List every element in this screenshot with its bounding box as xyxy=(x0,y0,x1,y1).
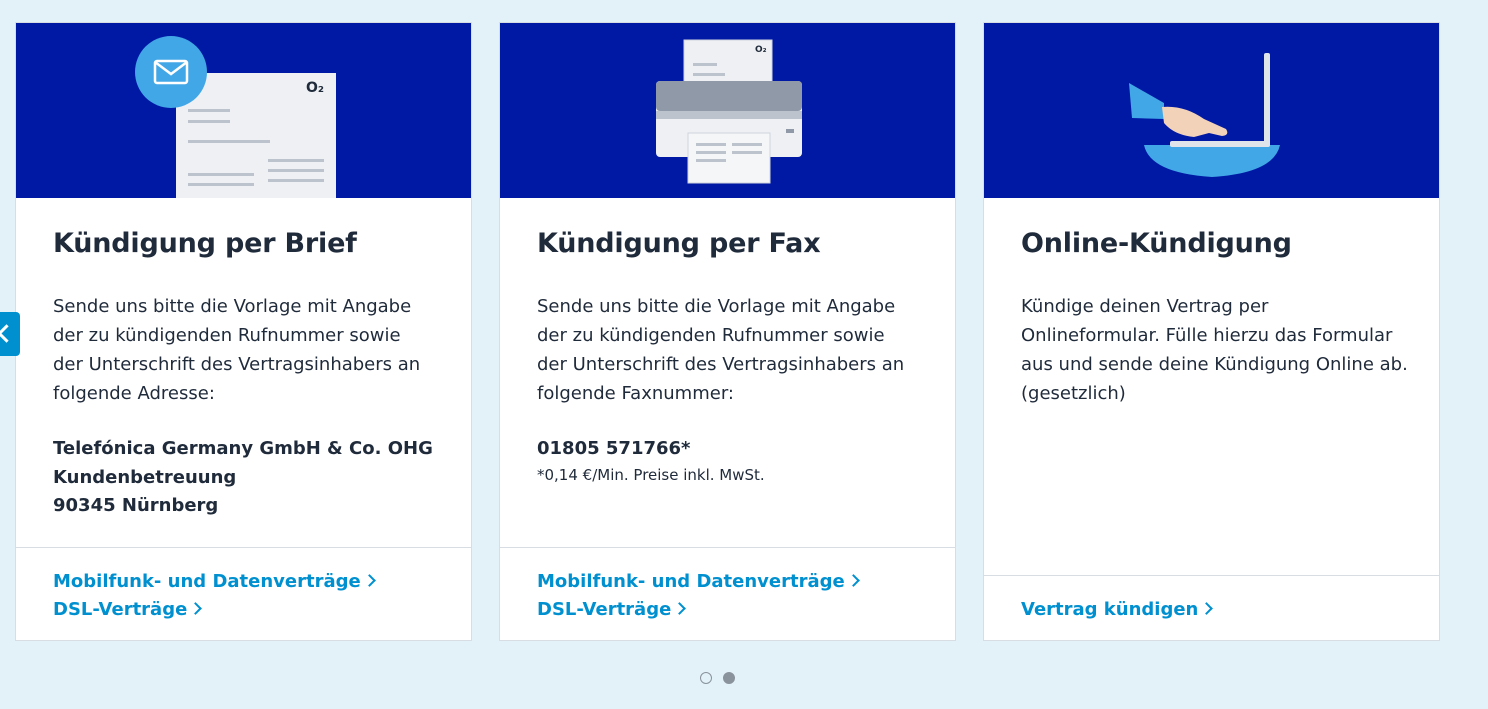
o2-logo: O₂ xyxy=(755,45,767,55)
card-fax-banner: O₂ xyxy=(500,23,955,198)
chevron-right-icon xyxy=(673,602,687,615)
link-vertrag-kuendigen[interactable]: Vertrag kündigen xyxy=(1021,596,1214,624)
kuendigung-carousel: O₂ Kündigung per Brief Sende uns bitte d… xyxy=(0,0,1488,709)
link-label: Mobilfunk- und Datenverträge xyxy=(53,571,361,592)
link-mobilfunk-brief[interactable]: Mobilfunk- und Datenverträge xyxy=(53,568,376,596)
link-label: Mobilfunk- und Datenverträge xyxy=(537,571,845,592)
card-letter: O₂ Kündigung per Brief Sende uns bitte d… xyxy=(15,22,472,641)
card-links: Mobilfunk- und Datenverträge DSL-Verträg… xyxy=(53,568,376,624)
card-title: Kündigung per Brief xyxy=(53,228,357,259)
link-label: Vertrag kündigen xyxy=(1021,599,1199,620)
letter-envelope-illustration xyxy=(135,36,336,198)
card-fax-body: Kündigung per Fax Sende uns bitte die Vo… xyxy=(537,198,927,485)
postal-address: Telefónica Germany GmbH & Co. OHG Kunden… xyxy=(53,435,443,521)
laptop-hand-illustration xyxy=(1129,53,1280,177)
card-letter-body: Kündigung per Brief Sende uns bitte die … xyxy=(53,198,443,521)
link-label: DSL-Verträge xyxy=(53,599,188,620)
address-line: Telefónica Germany GmbH & Co. OHG xyxy=(53,438,433,459)
chevron-left-icon xyxy=(0,324,16,343)
fax-machine-illustration xyxy=(656,39,802,184)
link-mobilfunk-fax[interactable]: Mobilfunk- und Datenverträge xyxy=(537,568,860,596)
chevron-right-icon xyxy=(846,574,860,587)
card-description: Sende uns bitte die Vorlage mit Angabe d… xyxy=(537,296,905,404)
card-online-body: Online-Kündigung Kündige deinen Vertrag … xyxy=(1021,198,1411,408)
divider xyxy=(500,547,955,548)
chevron-right-icon xyxy=(189,602,203,615)
card-online-banner xyxy=(984,23,1439,198)
card-fax: O₂ Kündigung per Fax Sende uns bitte die… xyxy=(499,22,956,641)
link-label: DSL-Verträge xyxy=(537,599,672,620)
card-online: Online-Kündigung Kündige deinen Vertrag … xyxy=(983,22,1440,641)
card-title: Kündigung per Fax xyxy=(537,228,821,259)
chevron-right-icon xyxy=(1200,602,1214,615)
pagination-dot-1[interactable] xyxy=(700,672,712,684)
card-title: Online-Kündigung xyxy=(1021,228,1292,259)
divider xyxy=(984,575,1439,576)
card-links: Mobilfunk- und Datenverträge DSL-Verträg… xyxy=(537,568,860,624)
carousel-pagination xyxy=(700,672,735,684)
fax-price-note: *0,14 €/Min. Preise inkl. MwSt. xyxy=(537,466,765,484)
address-line: 90345 Nürnberg xyxy=(53,495,219,516)
link-dsl-fax[interactable]: DSL-Verträge xyxy=(537,596,858,624)
o2-logo: O₂ xyxy=(306,80,325,96)
carousel-prev-button[interactable] xyxy=(0,312,20,356)
chevron-right-icon xyxy=(362,574,376,587)
pagination-dot-2[interactable] xyxy=(723,672,735,684)
card-description: Kündige deinen Vertrag per Onlineformula… xyxy=(1021,296,1408,404)
card-links: Vertrag kündigen xyxy=(1021,596,1214,624)
divider xyxy=(16,547,471,548)
address-line: Kundenbetreuung xyxy=(53,466,237,488)
card-description: Sende uns bitte die Vorlage mit Angabe d… xyxy=(53,296,421,404)
fax-number: 01805 571766* xyxy=(537,438,691,459)
card-letter-banner: O₂ xyxy=(16,23,471,198)
link-dsl-brief[interactable]: DSL-Verträge xyxy=(53,596,374,624)
